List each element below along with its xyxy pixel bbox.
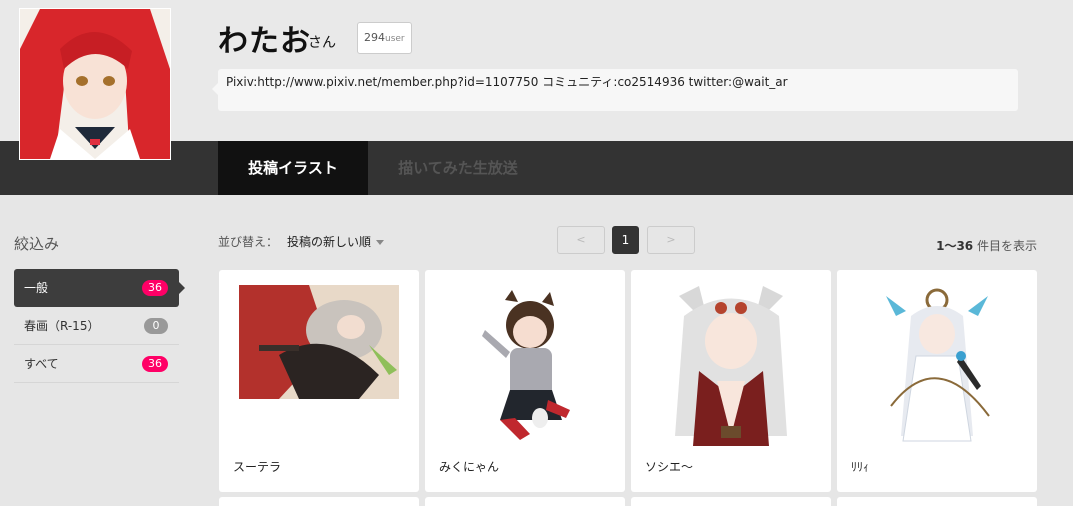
illustration-title: ソシエ〜	[645, 460, 694, 474]
result-range: 1〜36	[936, 239, 974, 253]
result-suffix: 件目を表示	[973, 239, 1037, 253]
filter-title: 絞込み	[14, 235, 60, 253]
illustration-title: みくにゃん	[439, 460, 500, 474]
result-count: 1〜36 件目を表示	[936, 237, 1037, 254]
user-count-badge[interactable]: 294user	[357, 22, 412, 54]
user-count-unit: user	[385, 34, 405, 44]
illustration-thumbnail	[881, 286, 993, 446]
count-badge: 36	[142, 280, 168, 296]
illustration-card[interactable]	[219, 497, 419, 506]
user-count-value: 294	[364, 31, 385, 44]
avatar-image	[20, 9, 170, 159]
filter-list: 一般 36 春画（R-15） 0 すべて 36	[14, 269, 185, 383]
profile-header: わたお さん 294user Pixiv:http://www.pixiv.ne…	[0, 0, 1073, 160]
illustration-title: スーテラ	[233, 460, 282, 474]
illustration-card[interactable]: みくにゃん	[425, 270, 625, 492]
illustration-thumbnail	[470, 290, 580, 446]
illustration-card[interactable]: スーテラ	[219, 270, 419, 492]
sort-label: 並び替え：	[218, 235, 279, 249]
illustration-thumbnail	[669, 286, 793, 446]
sort-dropdown[interactable]: 投稿の新しい順	[287, 233, 385, 250]
illustration-card[interactable]	[425, 497, 625, 506]
page-1-button[interactable]: 1	[612, 226, 639, 254]
illustration-title: ﾘﾘｨ	[851, 460, 870, 474]
filter-item-label: 一般	[24, 281, 49, 295]
illustration-thumbnail	[239, 285, 399, 399]
prev-page-button[interactable]: <	[557, 226, 605, 254]
filter-item-r15[interactable]: 春画（R-15） 0	[14, 307, 179, 345]
count-badge: 0	[144, 318, 168, 334]
illustration-card[interactable]	[631, 497, 831, 506]
illustration-card[interactable]: ソシエ〜	[631, 270, 831, 492]
profile-bio: Pixiv:http://www.pixiv.net/member.php?id…	[212, 69, 1018, 111]
illustration-card[interactable]: ﾘﾘｨ	[837, 270, 1037, 492]
filter-item-label: すべて	[24, 357, 59, 371]
filter-item-label: 春画（R-15）	[24, 319, 100, 333]
user-honorific: さん	[308, 35, 336, 51]
user-name: わたお	[218, 24, 311, 59]
illustration-card[interactable]	[837, 497, 1037, 506]
sort-value: 投稿の新しい順	[287, 235, 372, 249]
count-badge: 36	[142, 356, 168, 372]
tab-live-drawing[interactable]: 描いてみた生放送	[368, 141, 548, 195]
filter-item-all[interactable]: すべて 36	[14, 345, 179, 383]
next-page-button[interactable]: >	[647, 226, 695, 254]
caret-down-icon	[376, 240, 385, 245]
filter-item-general[interactable]: 一般 36	[14, 269, 185, 307]
avatar[interactable]	[19, 8, 171, 160]
tab-posted-illustrations[interactable]: 投稿イラスト	[218, 141, 368, 195]
